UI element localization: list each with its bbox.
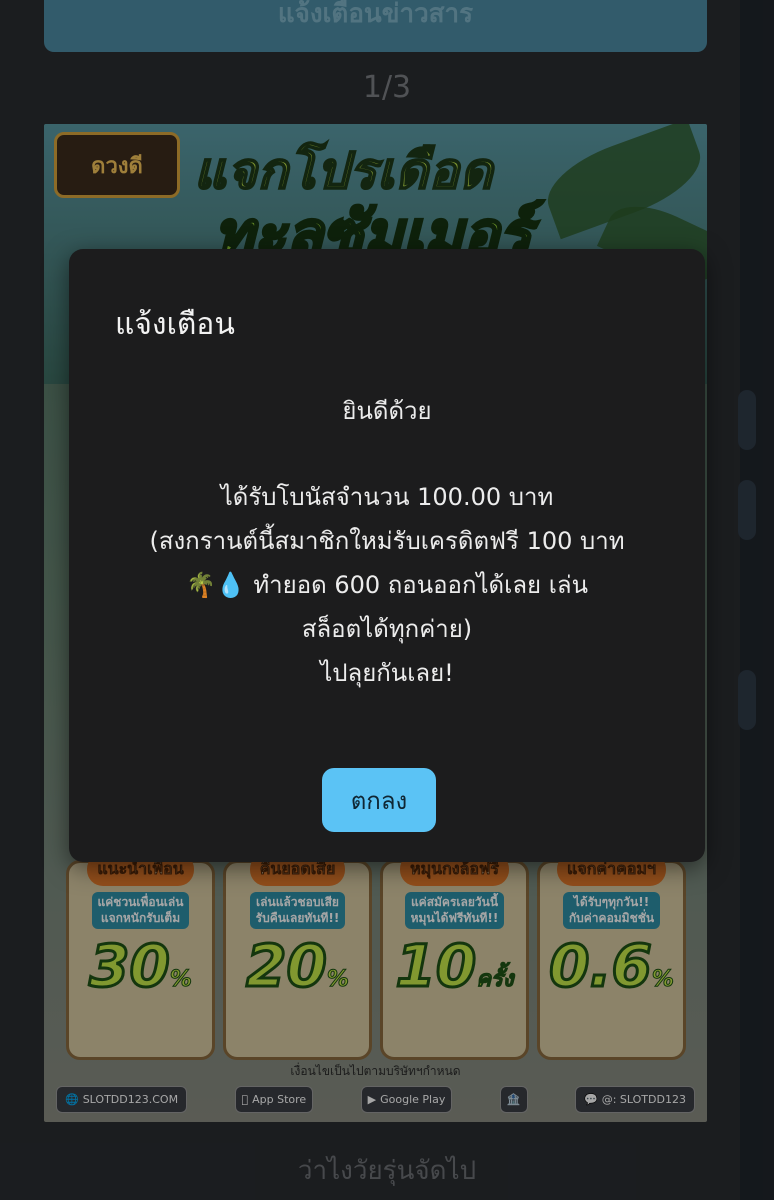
message-line: ไปลุยกันเลย!: [320, 659, 454, 687]
dialog-title: แจ้งเตือน: [115, 307, 235, 342]
message-line: สล็อตได้ทุกค่าย): [301, 615, 473, 643]
ok-button[interactable]: ตกลง: [322, 768, 436, 832]
message-line: (สงกรานต์นี้สมาชิกใหม่รับเครดิตฟรี 100 บ…: [149, 527, 625, 555]
message-line: 🌴💧 ทำยอด 600 ถอนออกได้เลย เล่น: [185, 571, 589, 599]
dialog-message: ยินดีด้วย ได้รับโบนัสจำนวน 100.00 บาท (ส…: [99, 389, 675, 695]
message-line: ได้รับโบนัสจำนวน 100.00 บาท: [220, 483, 554, 511]
alert-dialog: แจ้งเตือน ยินดีด้วย ได้รับโบนัสจำนวน 100…: [69, 249, 705, 862]
message-line: ยินดีด้วย: [342, 397, 432, 425]
